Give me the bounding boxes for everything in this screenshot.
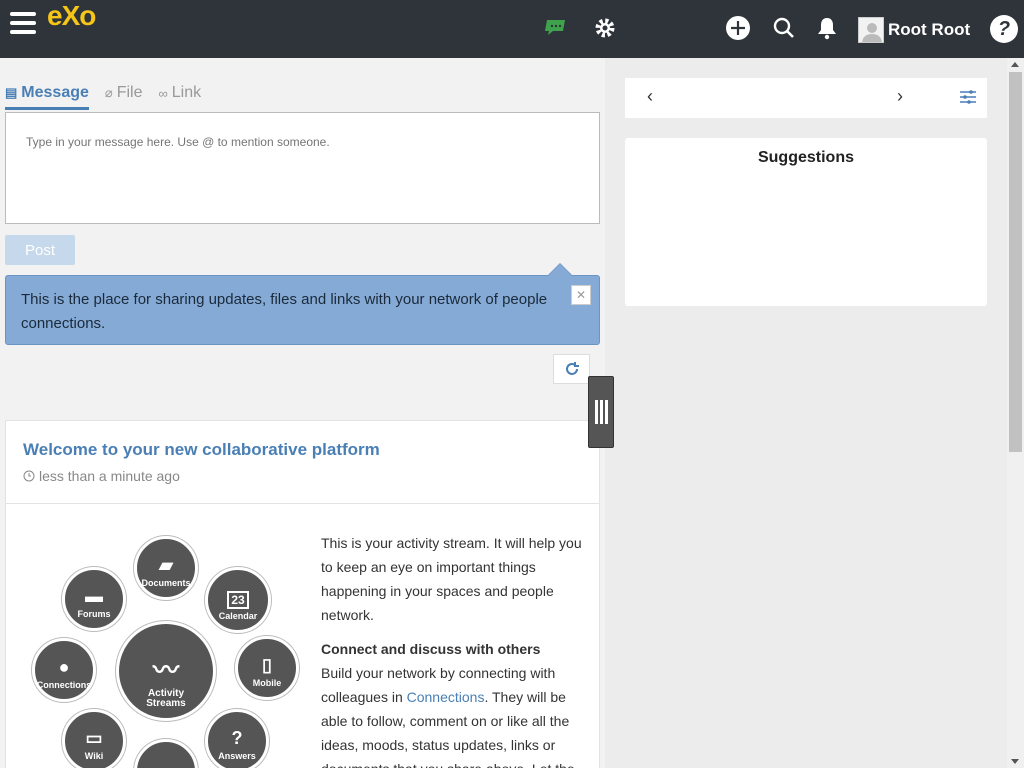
tab-link[interactable]: ∞ Link bbox=[159, 84, 202, 110]
drag-handle[interactable] bbox=[588, 376, 614, 448]
search-icon[interactable] bbox=[771, 15, 797, 41]
documents-bubble: ▰ Documents bbox=[134, 536, 198, 600]
tip-text: This is the place for sharing updates, f… bbox=[21, 291, 548, 332]
close-icon[interactable]: ✕ bbox=[571, 285, 591, 305]
intro-text: This is your activity stream. It will he… bbox=[321, 535, 582, 623]
refresh-icon bbox=[565, 362, 579, 375]
avatar bbox=[858, 17, 884, 43]
scroll-up-icon[interactable] bbox=[1011, 62, 1019, 67]
composer-tabs: ▤ Message ⌀ File ∞ Link bbox=[5, 84, 217, 110]
previous-button[interactable]: ‹ bbox=[647, 86, 653, 107]
book-icon: ▭ bbox=[85, 728, 103, 748]
info-tip: This is the place for sharing updates, f… bbox=[5, 263, 600, 345]
message-input[interactable] bbox=[6, 113, 599, 223]
answers-bubble: ? Answers bbox=[205, 709, 269, 768]
phone-icon: ▯ bbox=[262, 655, 272, 675]
clock-icon bbox=[23, 470, 35, 482]
paperclip-icon: ⌀ bbox=[104, 85, 113, 100]
connections-bubble: ● Connections bbox=[32, 638, 96, 702]
spaces-bubble: ⚑ bbox=[134, 739, 198, 768]
connect-heading: Connect and discuss with others bbox=[321, 641, 541, 657]
tab-message[interactable]: ▤ Message bbox=[5, 84, 89, 110]
mobile-bubble: ▯ Mobile bbox=[235, 636, 299, 700]
link-icon: ∞ bbox=[158, 85, 168, 101]
calendar-navigator: ‹ › bbox=[625, 78, 987, 118]
connect-text: Build your network by connecting with co… bbox=[321, 665, 575, 768]
bell-icon[interactable] bbox=[814, 15, 840, 41]
question-icon: ? bbox=[231, 728, 243, 748]
activity-stream-column: ▤ Message ⌀ File ∞ Link Post This is the… bbox=[0, 58, 614, 768]
user-menu[interactable]: Root Root bbox=[858, 17, 970, 43]
activity-body: This is your activity stream. It will he… bbox=[321, 531, 591, 768]
tab-file[interactable]: ⌀ File bbox=[105, 84, 143, 110]
calendar-icon: 23 bbox=[227, 591, 249, 609]
activity-time: less than a minute ago bbox=[23, 468, 180, 484]
speech-icon: ▬ bbox=[85, 586, 103, 606]
user-name: Root Root bbox=[888, 20, 971, 39]
help-icon[interactable]: ? bbox=[990, 15, 1018, 43]
divider bbox=[6, 503, 599, 504]
filter-icon[interactable] bbox=[959, 89, 977, 110]
activity-title[interactable]: Welcome to your new collaborative platfo… bbox=[23, 440, 380, 460]
calendar-bubble: 23 Calendar bbox=[205, 567, 271, 633]
scroll-thumb[interactable] bbox=[1009, 72, 1022, 452]
connections-link[interactable]: Connections bbox=[407, 689, 485, 705]
menu-icon[interactable] bbox=[10, 12, 36, 38]
gear-icon[interactable] bbox=[592, 15, 618, 41]
wiki-bubble: ▭ Wiki bbox=[62, 709, 126, 768]
exo-logo[interactable]: eXo bbox=[47, 0, 96, 32]
message-composer bbox=[5, 112, 600, 224]
folder-icon: ▰ bbox=[159, 555, 173, 575]
add-icon[interactable] bbox=[725, 15, 751, 41]
post-button[interactable]: Post bbox=[5, 235, 75, 265]
document-icon: ▤ bbox=[5, 85, 18, 100]
person-icon: ● bbox=[58, 657, 70, 677]
refresh-button[interactable] bbox=[553, 354, 590, 384]
forums-bubble: ▬ Forums bbox=[62, 567, 126, 631]
chat-icon[interactable] bbox=[543, 15, 569, 41]
top-navigation-bar: eXo Root Root ? bbox=[0, 0, 1024, 58]
right-sidebar: ‹ › Suggestions bbox=[605, 58, 1007, 768]
scroll-down-icon[interactable] bbox=[1011, 759, 1019, 764]
next-button[interactable]: › bbox=[897, 86, 903, 107]
activity-card: Welcome to your new collaborative platfo… bbox=[5, 420, 600, 768]
suggestions-title: Suggestions bbox=[757, 149, 854, 166]
activity-streams-bubble: 〰 Activity Streams bbox=[116, 621, 216, 721]
page-scrollbar[interactable] bbox=[1007, 58, 1024, 768]
pulse-icon: 〰 bbox=[152, 655, 179, 685]
suggestions-panel: Suggestions bbox=[625, 138, 987, 306]
apps-illustration: ▰ Documents ▬ Forums 23 Calendar ● Conne… bbox=[26, 521, 306, 768]
